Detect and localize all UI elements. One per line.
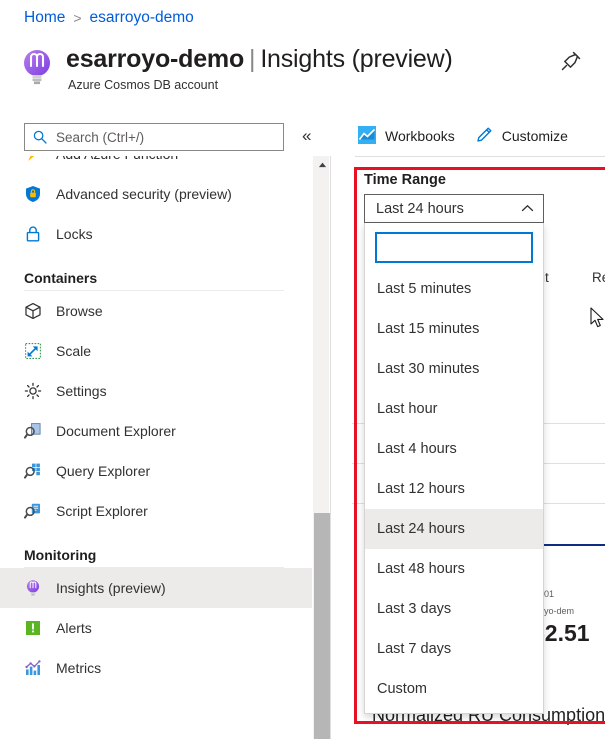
nav-group-containers: Containers <box>0 254 312 290</box>
sidebar-item-label: Script Explorer <box>56 502 148 520</box>
sidebar-item-insights-preview[interactable]: Insights (preview) <box>0 568 312 608</box>
lightbulb-icon <box>24 579 42 597</box>
time-range-option-last-4-hours[interactable]: Last 4 hours <box>365 429 543 469</box>
time-range-label: Time Range <box>360 172 605 188</box>
azure-function-icon <box>24 156 42 163</box>
sidebar-scrollbar[interactable] <box>313 156 329 739</box>
gear-icon <box>24 382 42 400</box>
padlock-icon <box>24 225 42 243</box>
sidebar-item-label: Add Azure Function <box>56 156 178 163</box>
azure-portal-blade: Home > esarroyo-demo esarro <box>0 0 605 739</box>
sidebar-item-label: Advanced security (preview) <box>56 185 232 203</box>
sidebar-item-label: Browse <box>56 302 103 320</box>
double-chevron-left-icon[interactable]: « <box>302 126 311 146</box>
script-explorer-icon <box>24 502 42 520</box>
time-range-option-last-30-minutes[interactable]: Last 30 minutes <box>365 349 543 389</box>
time-range-option-last-5-minutes[interactable]: Last 5 minutes <box>365 269 543 309</box>
sidebar-item-settings[interactable]: Settings <box>0 371 312 411</box>
nav-group-monitoring: Monitoring <box>0 531 312 567</box>
title-text-group: esarroyo-demo|Insights (preview) Azure C… <box>66 44 453 92</box>
customize-button[interactable]: Customize <box>469 122 574 151</box>
breadcrumb: Home > esarroyo-demo <box>24 9 194 27</box>
lightbulb-icon <box>20 48 54 86</box>
workbooks-button[interactable]: Workbooks <box>352 122 461 151</box>
page-header: esarroyo-demo|Insights (preview) Azure C… <box>20 44 605 92</box>
time-range-dropdown-list: Last 5 minutesLast 15 minutesLast 30 min… <box>364 223 544 714</box>
time-range-option-last-3-days[interactable]: Last 3 days <box>365 589 543 629</box>
sidebar-item-browse[interactable]: Browse <box>0 291 312 331</box>
time-range-option-last-hour[interactable]: Last hour <box>365 389 543 429</box>
pin-icon[interactable] <box>560 50 582 72</box>
scale-arrow-icon <box>24 342 42 360</box>
sidebar-item-query-explorer[interactable]: Query Explorer <box>0 451 312 491</box>
shield-lock-icon <box>24 185 42 203</box>
sidebar-item-locks[interactable]: Locks <box>0 214 312 254</box>
sidebar-item-label: Scale <box>56 342 91 360</box>
sidebar-item-label: Insights (preview) <box>56 579 166 597</box>
time-range-filter-input[interactable] <box>377 234 531 261</box>
command-bar: Workbooks Customize <box>352 118 605 154</box>
resource-type-subtitle: Azure Cosmos DB account <box>68 78 453 92</box>
query-explorer-icon <box>24 462 42 480</box>
time-range-filter-wrapper[interactable] <box>375 232 533 263</box>
sidebar-item-label: Metrics <box>56 659 101 677</box>
metrics-chart-icon <box>24 659 42 677</box>
workbooks-label: Workbooks <box>385 128 455 144</box>
alert-icon <box>24 619 42 637</box>
sidebar-item-label: Query Explorer <box>56 462 150 480</box>
time-range-option-last-12-hours[interactable]: Last 12 hours <box>365 469 543 509</box>
chevron-up-icon <box>521 202 534 215</box>
title-separator: | <box>249 45 255 73</box>
search-input-wrapper[interactable] <box>24 123 284 151</box>
breadcrumb-separator-icon: > <box>73 10 81 26</box>
time-range-combobox[interactable]: Last 24 hours <box>364 194 544 223</box>
sidebar-item-label: Locks <box>56 225 93 243</box>
sidebar-divider <box>330 156 331 739</box>
breadcrumb-item-home[interactable]: Home <box>24 9 65 27</box>
sidebar-item-label: Document Explorer <box>56 422 176 440</box>
time-range-option-last-48-hours[interactable]: Last 48 hours <box>365 549 543 589</box>
command-bar-divider <box>355 156 605 157</box>
resource-menu: Add Azure Function Advanced security (pre… <box>0 156 312 739</box>
pencil-icon <box>475 126 493 147</box>
resource-name: esarroyo-demo <box>66 45 244 73</box>
time-range-control: Time Range Last 24 hours Last 5 minutesL… <box>360 172 605 714</box>
customize-label: Customize <box>502 128 568 144</box>
sidebar-item-label: Settings <box>56 382 107 400</box>
sidebar-item-label: Alerts <box>56 619 92 637</box>
page-title: esarroyo-demo|Insights (preview) <box>66 44 453 74</box>
sidebar-item-document-explorer[interactable]: Document Explorer <box>0 411 312 451</box>
time-range-option-last-7-days[interactable]: Last 7 days <box>365 629 543 669</box>
document-explorer-icon <box>24 422 42 440</box>
breadcrumb-item-resource[interactable]: esarroyo-demo <box>90 9 194 27</box>
workbooks-chart-icon <box>358 126 376 147</box>
sidebar-item-script-explorer[interactable]: Script Explorer <box>0 491 312 531</box>
sidebar-item-add-azure-function[interactable]: Add Azure Function <box>0 156 312 174</box>
sidebar-item-advanced-security-preview[interactable]: Advanced security (preview) <box>0 174 312 214</box>
sidebar-item-alerts[interactable]: Alerts <box>0 608 312 648</box>
scrollbar-thumb[interactable] <box>314 513 330 739</box>
cube-icon <box>24 302 42 320</box>
time-range-selected-value: Last 24 hours <box>376 201 464 217</box>
time-range-option-last-24-hours[interactable]: Last 24 hours <box>365 509 543 549</box>
blade-name: Insights (preview) <box>260 45 452 73</box>
sidebar-item-scale[interactable]: Scale <box>0 331 312 371</box>
time-range-option-last-15-minutes[interactable]: Last 15 minutes <box>365 309 543 349</box>
search-input[interactable] <box>54 129 275 146</box>
time-range-option-custom[interactable]: Custom <box>365 669 543 709</box>
search-icon <box>33 130 47 144</box>
scrollbar-up-arrow-icon[interactable] <box>314 156 330 173</box>
sidebar-item-metrics[interactable]: Metrics <box>0 648 312 688</box>
